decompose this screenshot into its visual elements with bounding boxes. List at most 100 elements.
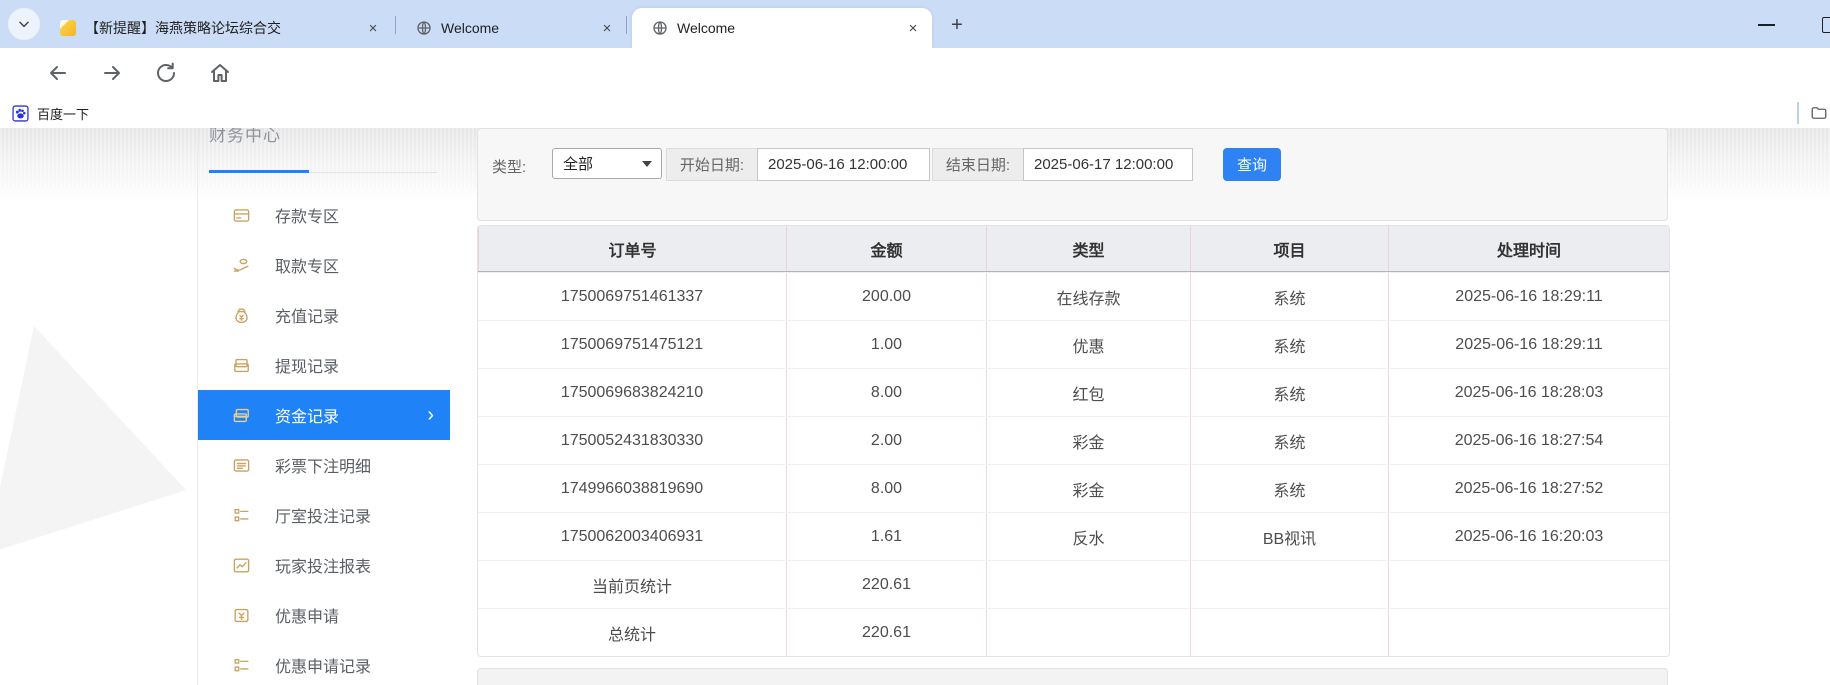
table-cell: 2.00 xyxy=(786,417,986,464)
table-cell: 2025-06-16 18:29:11 xyxy=(1388,273,1669,320)
records-table: 订单号金额类型项目处理时间1750069751461337200.00在线存款系… xyxy=(477,225,1670,657)
sidebar-header-underline xyxy=(209,170,309,173)
filter-bar: 类型: 全部 开始日期: 结束日期: 查询 xyxy=(477,128,1668,221)
table-cell: 1750069751461337 xyxy=(478,273,786,320)
home-icon[interactable] xyxy=(208,61,232,85)
sidebar-item-label: 彩票下注明细 xyxy=(275,453,371,477)
sidebar-item-label: 提现记录 xyxy=(275,353,339,377)
table-cell: 优惠 xyxy=(986,321,1190,368)
pagination-bar xyxy=(477,668,1668,685)
table-cell: 彩金 xyxy=(986,465,1190,512)
sidebar-item-6[interactable]: 厅室投注记录› xyxy=(198,490,450,540)
forward-icon[interactable] xyxy=(100,61,124,85)
table-cell: 2025-06-16 16:20:03 xyxy=(1388,513,1669,560)
header-cell: 处理时间 xyxy=(1388,226,1669,271)
baidu-paw-icon xyxy=(12,105,29,122)
mail-favicon xyxy=(60,20,76,36)
chart-report-icon xyxy=(232,556,251,575)
table-cell: BB视讯 xyxy=(1190,513,1388,560)
table-cell: 2025-06-16 18:27:54 xyxy=(1388,417,1669,464)
sidebar-item-0[interactable]: 存款专区› xyxy=(198,190,450,240)
sidebar-item-label: 优惠申请 xyxy=(275,603,339,627)
table-cell: 2025-06-16 18:28:03 xyxy=(1388,369,1669,416)
sidebar-item-label: 充值记录 xyxy=(275,303,339,327)
table-cell: 系统 xyxy=(1190,273,1388,320)
table-cell: 200.00 xyxy=(786,273,986,320)
table-cell: 1.61 xyxy=(786,513,986,560)
reload-icon[interactable] xyxy=(154,61,178,85)
table-cell: 系统 xyxy=(1190,369,1388,416)
table-cell: 1749966038819690 xyxy=(478,465,786,512)
table-cell xyxy=(1190,609,1388,656)
table-cell xyxy=(1388,561,1669,608)
table-row: 17500524318303302.00彩金系统2025-06-16 18:27… xyxy=(478,416,1669,464)
chevron-down-icon xyxy=(17,17,31,31)
sidebar-item-label: 优惠申请记录 xyxy=(275,653,371,677)
bookmark-label: 百度一下 xyxy=(37,104,89,123)
table-summary-row: 当前页统计220.61 xyxy=(478,560,1669,608)
sidebar-header-clip: 财务中心 xyxy=(209,128,369,155)
sidebar-item-label: 资金记录 xyxy=(275,403,339,427)
tab-welcome-1[interactable]: Welcome × xyxy=(402,8,622,48)
table-cell: 当前页统计 xyxy=(478,561,786,608)
sidebar-item-4[interactable]: 资金记录 › xyxy=(198,390,450,440)
table-summary-row: 总统计220.61 xyxy=(478,608,1669,656)
new-tab-button[interactable]: + xyxy=(944,12,970,38)
money-bag-icon xyxy=(232,306,251,325)
header-cell: 订单号 xyxy=(478,226,786,271)
minimize-button[interactable] xyxy=(1758,24,1775,26)
header-cell: 项目 xyxy=(1190,226,1388,271)
back-icon[interactable] xyxy=(46,61,70,85)
tab-title: 【新提醒】海燕策略论坛综合交 xyxy=(85,18,330,38)
search-button[interactable]: 查询 xyxy=(1223,148,1281,181)
select-caret-icon xyxy=(642,161,652,167)
sidebar-item-3[interactable]: 提现记录› xyxy=(198,340,450,390)
credit-cards-icon xyxy=(232,406,251,425)
sidebar-item-1[interactable]: 取款专区› xyxy=(198,240,450,290)
folder-icon[interactable] xyxy=(1810,104,1828,122)
bank-card-icon xyxy=(232,206,251,225)
header-cell: 金额 xyxy=(786,226,986,271)
tab-forum[interactable]: 【新提醒】海燕策略论坛综合交 × xyxy=(48,8,388,48)
restore-button[interactable] xyxy=(1822,17,1830,33)
table-cell: 系统 xyxy=(1190,465,1388,512)
sidebar-item-8[interactable]: 优惠申请› xyxy=(198,590,450,640)
type-select[interactable]: 全部 xyxy=(552,148,662,179)
sidebar-item-9[interactable]: 优惠申请记录› xyxy=(198,640,450,685)
tab-search-button[interactable] xyxy=(8,8,40,40)
sidebar-item-label: 玩家投注报表 xyxy=(275,553,371,577)
sidebar-item-5[interactable]: 彩票下注明细› xyxy=(198,440,450,490)
table-cell: 1750062003406931 xyxy=(478,513,786,560)
globe-favicon xyxy=(416,20,432,36)
header-cell: 类型 xyxy=(986,226,1190,271)
table-cell: 2025-06-16 18:27:52 xyxy=(1388,465,1669,512)
tab-welcome-2-active[interactable]: Welcome × xyxy=(632,8,932,48)
list-detail-icon xyxy=(232,456,251,475)
table-cell: 8.00 xyxy=(786,465,986,512)
sidebar-item-2[interactable]: 充值记录› xyxy=(198,290,450,340)
end-date-input[interactable] xyxy=(1023,148,1193,181)
sidebar-item-7[interactable]: 玩家投注报表› xyxy=(198,540,450,590)
sidebar-header-rule xyxy=(309,172,437,173)
table-row: 17499660388196908.00彩金系统2025-06-16 18:27… xyxy=(478,464,1669,512)
table-row: 1750069751461337200.00在线存款系统2025-06-16 1… xyxy=(478,272,1669,320)
table-cell: 1750069683824210 xyxy=(478,369,786,416)
sidebar-item-label: 取款专区 xyxy=(275,253,339,277)
table-header-row: 订单号金额类型项目处理时间 xyxy=(478,226,1669,272)
wallet-cards-icon xyxy=(232,356,251,375)
table-cell: 2025-06-16 18:29:11 xyxy=(1388,321,1669,368)
sidebar-menu: 存款专区›取款专区›充值记录›提现记录›资金记录›彩票下注明细›厅室投注记录›玩… xyxy=(198,190,450,685)
start-date-input[interactable] xyxy=(757,148,930,181)
sidebar: 财务中心 存款专区›取款专区›充值记录›提现记录›资金记录›彩票下注明细›厅室投… xyxy=(197,128,450,685)
browser-window: 【新提醒】海燕策略论坛综合交 × Welcome × Welcome × + j… xyxy=(0,0,1830,685)
table-cell: 1750069751475121 xyxy=(478,321,786,368)
close-icon[interactable]: × xyxy=(364,19,382,37)
close-icon[interactable]: × xyxy=(598,19,616,37)
table-cell: 红包 xyxy=(986,369,1190,416)
close-icon[interactable]: × xyxy=(904,19,922,37)
sidebar-item-label: 厅室投注记录 xyxy=(275,503,371,527)
chevron-right-icon: › xyxy=(427,405,434,425)
bookmark-baidu[interactable]: 百度一下 xyxy=(12,102,89,124)
watermark-triangle xyxy=(0,326,186,554)
sidebar-item-label: 存款专区 xyxy=(275,203,339,227)
